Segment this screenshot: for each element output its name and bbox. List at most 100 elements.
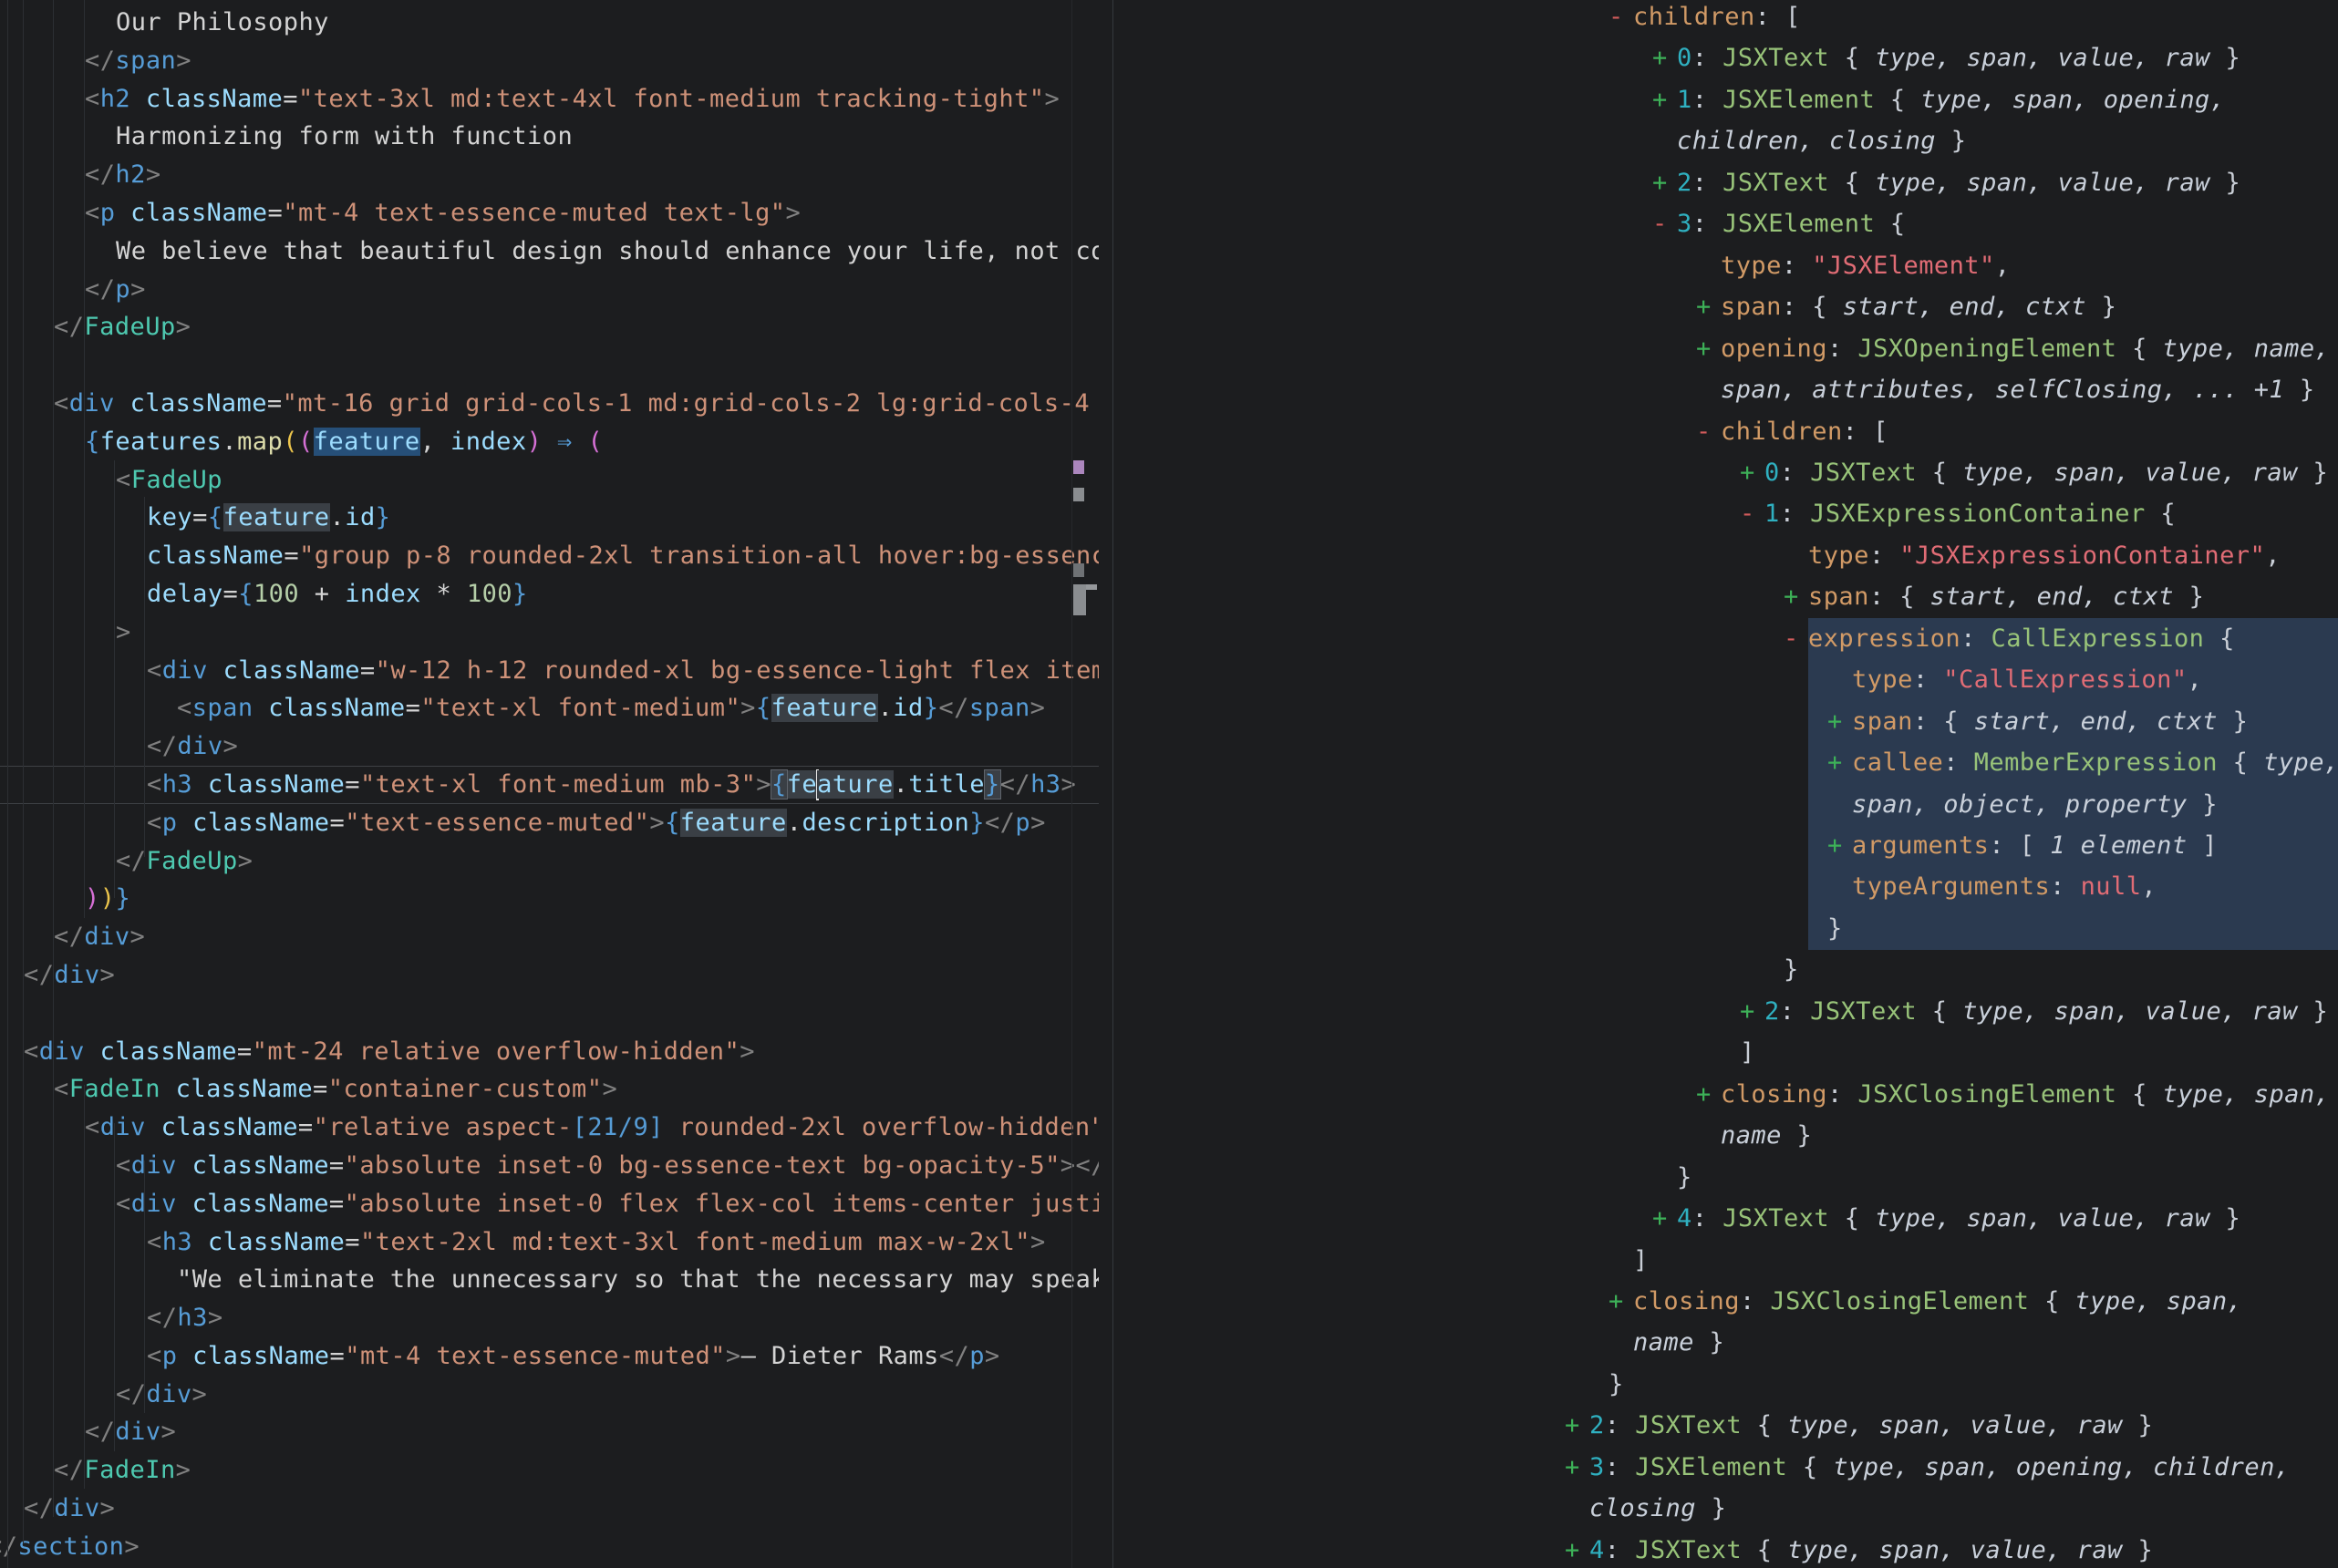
code-line[interactable]: <div className="absolute inset-0 flex fl… xyxy=(0,1185,1099,1223)
code-line[interactable]: </div> xyxy=(0,918,1099,956)
code-line[interactable]: <FadeUp xyxy=(0,461,1099,500)
ast-node-row[interactable]: children, closing } xyxy=(1112,120,2338,161)
ast-node-row[interactable]: +2: JSXText { type, span, value, raw } xyxy=(1112,162,2338,203)
expand-toggle-icon[interactable]: + xyxy=(1740,452,1764,493)
ast-node-row[interactable]: -children: [ xyxy=(1112,0,2338,37)
code-line-current[interactable]: <h3 className="text-xl font-medium mb-3"… xyxy=(0,766,1099,804)
ast-node-row[interactable]: +2: JSXText { type, span, value, raw } xyxy=(1112,991,2338,1032)
code-line[interactable]: <p className="mt-4 text-essence-muted">—… xyxy=(0,1337,1099,1376)
expand-toggle-icon[interactable]: + xyxy=(1827,825,1852,866)
ast-node-row[interactable]: ] xyxy=(1112,1032,2338,1073)
code-line[interactable]: key={feature.id} xyxy=(0,499,1099,537)
collapse-toggle-icon[interactable]: - xyxy=(1740,493,1764,534)
collapse-toggle-icon[interactable]: - xyxy=(1696,411,1721,452)
ast-node-row[interactable]: type: "CallExpression", xyxy=(1112,659,2338,700)
code-editor-pane[interactable]: Our Philosophy</span><h2 className="text… xyxy=(0,0,1112,1568)
ast-node-row[interactable]: } xyxy=(1112,949,2338,990)
ast-node-row[interactable]: name } xyxy=(1112,1322,2338,1363)
expand-toggle-icon[interactable]: + xyxy=(1652,162,1677,203)
expand-toggle-icon[interactable]: + xyxy=(1696,328,1721,369)
code-line[interactable]: <h2 className="text-3xl md:text-4xl font… xyxy=(0,80,1099,119)
ast-node-row[interactable]: +callee: MemberExpression { type, xyxy=(1112,742,2338,783)
code-line[interactable]: </FadeIn> xyxy=(0,1451,1099,1490)
collapse-toggle-icon[interactable]: - xyxy=(1609,0,1633,37)
expand-toggle-icon[interactable]: + xyxy=(1696,1074,1721,1115)
expand-toggle-icon[interactable]: + xyxy=(1696,286,1721,327)
code-line[interactable]: className="group p-8 rounded-2xl transit… xyxy=(0,537,1099,575)
expand-toggle-icon[interactable]: + xyxy=(1827,742,1852,783)
code-line[interactable]: </div> xyxy=(0,727,1099,766)
code-line[interactable]: <div className="relative aspect-[21/9] r… xyxy=(0,1109,1099,1147)
ast-node-row[interactable]: +arguments: [ 1 element ] xyxy=(1112,825,2338,866)
code-line[interactable]: <div className="mt-24 relative overflow-… xyxy=(0,1033,1099,1071)
expand-toggle-icon[interactable]: + xyxy=(1652,1198,1677,1239)
ast-node-row[interactable]: } xyxy=(1112,1157,2338,1198)
code-line[interactable] xyxy=(0,346,1099,385)
expand-toggle-icon[interactable]: + xyxy=(1740,991,1764,1032)
ast-node-row[interactable]: span, attributes, selfClosing, ... +1 } xyxy=(1112,369,2338,410)
pane-divider[interactable] xyxy=(1112,0,1113,1568)
expand-toggle-icon[interactable]: + xyxy=(1652,79,1677,120)
collapse-toggle-icon[interactable]: - xyxy=(1652,203,1677,244)
code-line[interactable]: delay={100 + index * 100} xyxy=(0,575,1099,614)
code-line[interactable]: <FadeIn className="container-custom"> xyxy=(0,1070,1099,1109)
ast-node-row[interactable]: +0: JSXText { type, span, value, raw } xyxy=(1112,452,2338,493)
code-line[interactable]: </div> xyxy=(0,1490,1099,1528)
code-line[interactable]: <div className="mt-16 grid grid-cols-1 m… xyxy=(0,385,1099,423)
code-line[interactable]: ))} xyxy=(0,880,1099,918)
code-line[interactable]: Harmonizing form with function xyxy=(0,118,1099,156)
ast-node-row[interactable]: +4: JSXText { type, span, value, raw } xyxy=(1112,1530,2338,1568)
ast-node-row[interactable]: type: "JSXExpressionContainer", xyxy=(1112,535,2338,576)
ast-node-row[interactable]: } xyxy=(1112,1364,2338,1405)
code-line[interactable]: </div> xyxy=(0,1413,1099,1451)
ast-node-row[interactable]: +0: JSXText { type, span, value, raw } xyxy=(1112,37,2338,78)
ast-node-row[interactable]: -1: JSXExpressionContainer { xyxy=(1112,493,2338,534)
code-line[interactable]: </h2> xyxy=(0,156,1099,194)
code-line[interactable]: We believe that beautiful design should … xyxy=(0,232,1099,271)
expand-toggle-icon[interactable]: + xyxy=(1784,576,1808,617)
ast-node-row[interactable]: +closing: JSXClosingElement { type, span… xyxy=(1112,1281,2338,1322)
ast-node-row[interactable]: -children: [ xyxy=(1112,411,2338,452)
code-line[interactable]: </span> xyxy=(0,42,1099,80)
code-line[interactable]: </div> xyxy=(0,1376,1099,1414)
code-line[interactable]: <div className="absolute inset-0 bg-esse… xyxy=(0,1147,1099,1185)
code-line[interactable]: </section> xyxy=(0,1528,1099,1566)
code-line[interactable]: </div> xyxy=(0,956,1099,995)
expand-toggle-icon[interactable]: + xyxy=(1565,1405,1589,1446)
code-line[interactable]: {features.map((feature, index) ⇒ ( xyxy=(0,423,1099,461)
ast-node-row[interactable]: span, object, property } xyxy=(1112,784,2338,825)
ast-node-row[interactable]: +span: { start, end, ctxt } xyxy=(1112,286,2338,327)
expand-toggle-icon[interactable]: + xyxy=(1565,1447,1589,1488)
ast-node-row[interactable]: closing } xyxy=(1112,1488,2338,1529)
code-line[interactable]: </FadeUp> xyxy=(0,308,1099,346)
ast-node-row[interactable]: ] xyxy=(1112,1240,2338,1281)
ast-node-row[interactable]: +closing: JSXClosingElement { type, span… xyxy=(1112,1074,2338,1115)
code-line[interactable] xyxy=(0,995,1099,1033)
code-line[interactable]: <h3 className="text-2xl md:text-3xl font… xyxy=(0,1223,1099,1262)
ast-node-row[interactable]: -3: JSXElement { xyxy=(1112,203,2338,244)
expand-toggle-icon[interactable]: + xyxy=(1827,701,1852,742)
ast-node-row[interactable]: +1: JSXElement { type, span, opening, xyxy=(1112,79,2338,120)
expand-toggle-icon[interactable]: + xyxy=(1565,1530,1589,1568)
ast-node-row[interactable]: +opening: JSXOpeningElement { type, name… xyxy=(1112,328,2338,369)
ast-node-row[interactable]: +2: JSXText { type, span, value, raw } xyxy=(1112,1405,2338,1446)
ast-node-row[interactable]: +span: { start, end, ctxt } xyxy=(1112,701,2338,742)
ast-node-row[interactable]: +3: JSXElement { type, span, opening, ch… xyxy=(1112,1447,2338,1488)
ast-node-row[interactable]: typeArguments: null, xyxy=(1112,866,2338,907)
code-line[interactable]: <p className="mt-4 text-essence-muted te… xyxy=(0,194,1099,232)
code-line[interactable]: <div className="w-12 h-12 rounded-xl bg-… xyxy=(0,652,1099,690)
code-line[interactable]: </p> xyxy=(0,271,1099,309)
code-line[interactable]: </FadeUp> xyxy=(0,842,1099,881)
ast-node-row[interactable]: name } xyxy=(1112,1115,2338,1156)
code-line[interactable]: </h3> xyxy=(0,1299,1099,1337)
ast-pane[interactable]: -children: [+0: JSXText { type, span, va… xyxy=(1112,0,2338,1568)
collapse-toggle-icon[interactable]: - xyxy=(1784,618,1808,659)
ast-node-row[interactable]: } xyxy=(1112,908,2338,949)
code-line[interactable]: Our Philosophy xyxy=(0,4,1099,42)
code-line[interactable]: <p className="text-essence-muted">{featu… xyxy=(0,804,1099,842)
ast-node-row[interactable]: +span: { start, end, ctxt } xyxy=(1112,576,2338,617)
ast-node-row[interactable]: +4: JSXText { type, span, value, raw } xyxy=(1112,1198,2338,1239)
expand-toggle-icon[interactable]: + xyxy=(1652,37,1677,78)
code-line[interactable]: > xyxy=(0,614,1099,652)
code-line[interactable]: "We eliminate the unnecessary so that th… xyxy=(0,1261,1099,1299)
